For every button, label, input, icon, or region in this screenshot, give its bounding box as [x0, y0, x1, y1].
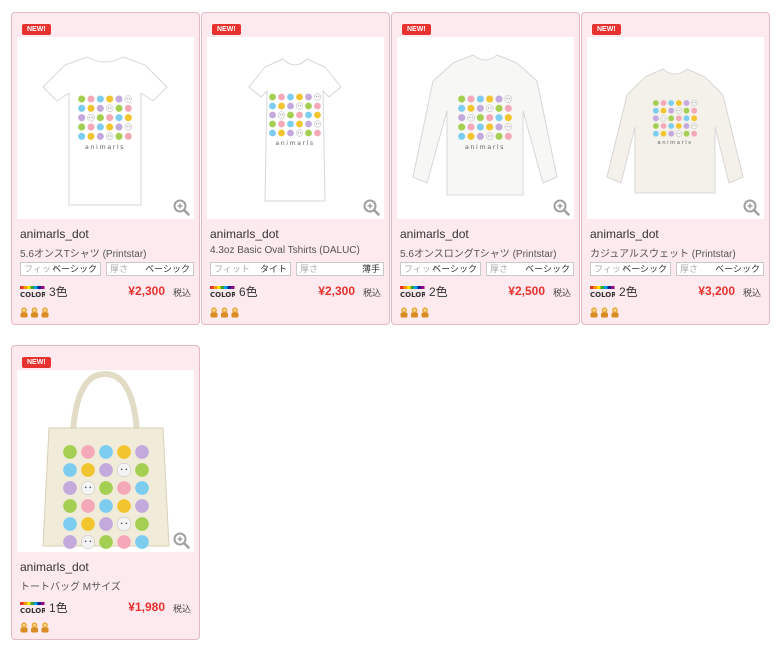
fit-value: ベーシック	[622, 264, 667, 274]
zoom-icon[interactable]	[553, 199, 570, 216]
product-image[interactable]: animarls	[397, 37, 574, 219]
rating-icon	[210, 305, 242, 318]
zoom-icon[interactable]	[363, 199, 380, 216]
fit-label: フィット	[214, 264, 250, 274]
product-type: 5.6オンスTシャツ (Printstar)	[20, 249, 147, 260]
price: ¥1,980	[128, 600, 165, 614]
rating-icon	[20, 620, 52, 633]
fit-spec: フィット タイト	[210, 262, 291, 276]
thickness-spec: 厚さ 薄手	[296, 262, 384, 276]
zoom-icon[interactable]	[173, 199, 190, 216]
zoom-icon[interactable]	[743, 199, 760, 216]
color-count: 2色	[619, 285, 638, 299]
thickness-spec: 厚さ ベーシック	[486, 262, 574, 276]
product-type: トートバッグ Mサイズ	[20, 582, 121, 593]
rating-icon	[400, 305, 432, 318]
product-name[interactable]: animarls_dot	[590, 227, 659, 241]
price: ¥2,300	[128, 284, 165, 298]
thickness-value: 薄手	[361, 264, 380, 274]
new-badge: NEW!	[592, 24, 621, 35]
product-name[interactable]: animarls_dot	[20, 227, 89, 241]
product-card[interactable]: NEW! animarls animarls_dot トートバッグ Mサイズ C…	[11, 345, 200, 640]
product-image[interactable]: animarls	[17, 37, 194, 219]
svg-text:COLOR:: COLOR:	[20, 291, 45, 298]
color-count: 6色	[239, 285, 258, 299]
product-name[interactable]: animarls_dot	[210, 227, 279, 241]
fit-spec: フィット ベーシック	[20, 262, 101, 276]
color-logo-icon: COLOR:	[20, 601, 50, 615]
zoom-icon[interactable]	[173, 532, 190, 549]
tax-label: 税込	[172, 288, 191, 298]
svg-text:animarls: animarls	[275, 140, 314, 147]
thickness-spec: 厚さ ベーシック	[106, 262, 194, 276]
tax-label: 税込	[172, 604, 191, 614]
tax-label: 税込	[552, 288, 571, 298]
color-logo-icon: COLOR:	[210, 285, 240, 299]
svg-text:animarls: animarls	[657, 140, 692, 146]
new-badge: NEW!	[22, 24, 51, 35]
tax-label: 税込	[362, 288, 381, 298]
thickness-spec: 厚さ ベーシック	[676, 262, 764, 276]
svg-text:animarls: animarls	[465, 143, 505, 151]
rating-icon	[20, 305, 52, 318]
thickness-value: ベーシック	[715, 264, 760, 274]
new-badge: NEW!	[212, 24, 241, 35]
thickness-value: ベーシック	[525, 264, 570, 274]
thickness-label: 厚さ	[490, 264, 509, 274]
fit-spec: フィット ベーシック	[590, 262, 671, 276]
fit-spec: フィット ベーシック	[400, 262, 481, 276]
product-card[interactable]: NEW! animarls animarls_dot カジュアルスウェット (P…	[581, 12, 770, 325]
new-badge: NEW!	[402, 24, 431, 35]
fit-value: タイト	[259, 264, 287, 274]
fit-value: ベーシック	[432, 264, 477, 274]
product-type: カジュアルスウェット (Printstar)	[590, 249, 736, 260]
product-type: 4.3oz Basic Oval Tshirts (DALUC)	[210, 245, 360, 256]
svg-text:COLOR:: COLOR:	[590, 291, 615, 298]
svg-text:animarls: animarls	[85, 143, 125, 151]
tax-label: 税込	[742, 288, 761, 298]
thickness-value: ベーシック	[145, 264, 190, 274]
new-badge: NEW!	[22, 357, 51, 368]
price: ¥2,500	[508, 284, 545, 298]
thickness-label: 厚さ	[680, 264, 699, 274]
product-image[interactable]: animarls	[207, 37, 384, 219]
price: ¥2,300	[318, 284, 355, 298]
color-count: 2色	[429, 285, 448, 299]
product-card[interactable]: NEW! animarls animarls_dot 5.6オンスロングTシャツ…	[391, 12, 580, 325]
product-card[interactable]: NEW! animarls animarls_dot 4.3oz Basic O…	[201, 12, 390, 325]
color-count: 1色	[49, 601, 68, 615]
product-name[interactable]: animarls_dot	[20, 560, 89, 574]
price: ¥3,200	[698, 284, 735, 298]
fit-value: ベーシック	[52, 264, 97, 274]
thickness-label: 厚さ	[300, 264, 319, 274]
color-logo-icon: COLOR:	[590, 285, 620, 299]
color-count: 3色	[49, 285, 68, 299]
svg-text:COLOR:: COLOR:	[210, 291, 235, 298]
product-image[interactable]: animarls	[587, 37, 764, 219]
thickness-label: 厚さ	[110, 264, 129, 274]
color-logo-icon: COLOR:	[20, 285, 50, 299]
svg-text:COLOR:: COLOR:	[20, 607, 45, 614]
color-logo-icon: COLOR:	[400, 285, 430, 299]
product-type: 5.6オンスロングTシャツ (Printstar)	[400, 249, 557, 260]
svg-text:COLOR:: COLOR:	[400, 291, 425, 298]
product-name[interactable]: animarls_dot	[400, 227, 469, 241]
product-card[interactable]: NEW! animarls animarls_dot 5.6オンスTシャツ (P…	[11, 12, 200, 325]
rating-icon	[590, 305, 622, 318]
product-image[interactable]: animarls	[17, 370, 194, 552]
